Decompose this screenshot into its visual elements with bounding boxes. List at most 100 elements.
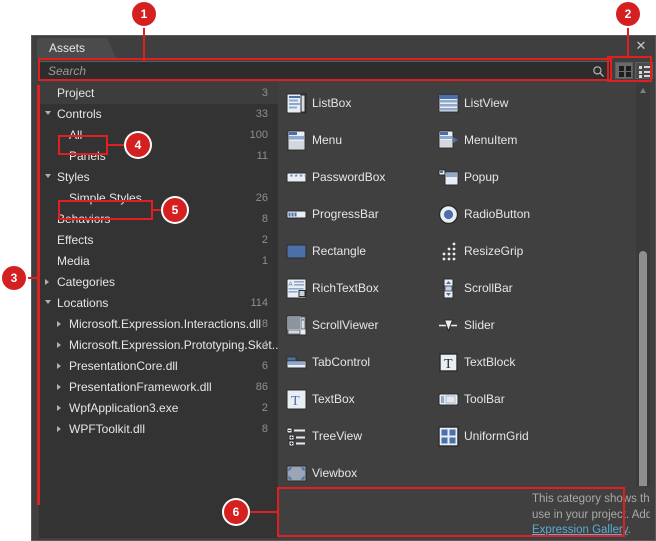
close-icon[interactable]: ✕ <box>633 38 649 54</box>
tree-item-media[interactable]: Media 1 <box>39 251 278 272</box>
svg-text:T: T <box>291 394 300 409</box>
tree-item-count: 114 <box>250 297 268 309</box>
callout-number-6: 6 <box>232 505 240 519</box>
viewbox-icon <box>286 463 307 484</box>
menu-icon <box>286 130 307 151</box>
scrollbar-thumb[interactable] <box>639 251 647 509</box>
chevron-right-icon[interactable] <box>57 405 61 411</box>
tabcontrol-icon <box>286 352 307 373</box>
tab-assets-label: Assets <box>49 41 86 55</box>
chevron-down-icon[interactable] <box>45 174 51 178</box>
tree-item-label: Microsoft.Expression.Prototyping.Sket... <box>69 338 278 352</box>
asset-item-label: Rectangle <box>312 244 367 258</box>
asset-item-label: ListView <box>464 96 509 110</box>
tree-item-styles[interactable]: Styles <box>39 167 278 188</box>
screenshot-root: Assets ✕ Search Project 3 Controls 33 Al… <box>0 0 656 541</box>
progressbar-icon <box>286 204 307 225</box>
tree-item-label: PresentationFramework.dll <box>69 380 212 394</box>
callout-marker-6: 6 <box>224 500 248 524</box>
tree-item-count: 33 <box>255 108 268 120</box>
tab-assets[interactable]: Assets <box>37 38 117 58</box>
chevron-down-icon[interactable] <box>45 300 51 304</box>
callout-box-6 <box>277 487 625 537</box>
tree-item-wpftoolkit-dll[interactable]: WPFToolkit.dll 8 <box>39 419 278 440</box>
asset-item-label: MenuItem <box>464 133 518 147</box>
chevron-right-icon[interactable] <box>57 426 61 432</box>
resizegrip-icon <box>438 241 459 262</box>
tree-item-count: 4 <box>261 339 268 351</box>
panel-content: Project 3 Controls 33 All 100 Panels 11 Styles Si… <box>32 83 655 541</box>
toolbar-icon <box>438 389 459 410</box>
chevron-right-icon[interactable] <box>57 363 61 369</box>
tree-item-locations[interactable]: Locations 114 <box>39 293 278 314</box>
radiobutton-icon <box>438 204 459 225</box>
asset-list-pane: ListBox ListView Menu MenuItem ***** Password… <box>278 83 650 538</box>
tree-item-count: 2 <box>261 234 268 246</box>
callout-box-2 <box>607 56 652 82</box>
asset-item-label: ProgressBar <box>312 207 379 221</box>
asset-item-label: ScrollViewer <box>312 318 379 332</box>
assets-panel-window: Assets ✕ Search Project 3 Controls 33 Al… <box>31 35 656 541</box>
asset-item-label: PasswordBox <box>312 170 386 184</box>
chevron-right-icon[interactable] <box>57 384 61 390</box>
scrollviewer-icon <box>286 315 307 336</box>
listview-icon <box>438 93 459 114</box>
callout-number-5: 5 <box>171 203 179 217</box>
asset-item-label: RichTextBox <box>312 281 379 295</box>
callout-number-3: 3 <box>10 271 18 285</box>
treeview-icon <box>286 426 307 447</box>
asset-item-label: ToolBar <box>464 392 505 406</box>
svg-text:*****: ***** <box>289 174 307 183</box>
tree-item-microsoft-expression-prototyping-sket[interactable]: Microsoft.Expression.Prototyping.Sket...… <box>39 335 278 356</box>
tree-item-label: Categories <box>57 275 116 289</box>
richtextbox-icon: A <box>286 278 307 299</box>
passwordbox-icon: ***** <box>286 167 313 188</box>
callout-line-6 <box>248 511 278 513</box>
asset-item-label: RadioButton <box>464 207 531 221</box>
asset-item-label: TabControl <box>312 355 371 369</box>
tree-item-label: WPFToolkit.dll <box>69 422 146 436</box>
tree-item-label: Microsoft.Expression.Interactions.dll <box>69 317 262 331</box>
callout-number-2: 2 <box>624 7 632 21</box>
chevron-right-icon[interactable] <box>45 279 49 285</box>
textblock-icon: T <box>438 352 459 373</box>
scroll-up-icon[interactable] <box>640 88 646 93</box>
chevron-right-icon[interactable] <box>57 321 61 327</box>
tree-item-wpfapplication3-exe[interactable]: WpfApplication3.exe 2 <box>39 398 278 419</box>
asset-list-scrollbar[interactable] <box>636 83 650 538</box>
slider-icon <box>438 315 459 336</box>
callout-marker-1: 1 <box>132 2 156 26</box>
chevron-right-icon[interactable] <box>57 342 61 348</box>
tree-item-label: Effects <box>57 233 94 247</box>
tree-item-label: Controls <box>57 107 102 121</box>
asset-item-label: ScrollBar <box>464 281 513 295</box>
tree-item-project[interactable]: Project 3 <box>39 83 278 104</box>
tree-item-count: 8 <box>261 423 268 435</box>
tree-item-label: Media <box>57 254 90 268</box>
svg-text:T: T <box>444 357 453 372</box>
callout-number-1: 1 <box>140 7 148 21</box>
tree-item-count: 8 <box>261 213 268 225</box>
tree-item-effects[interactable]: Effects 2 <box>39 230 278 251</box>
callout-box-1 <box>38 58 612 81</box>
asset-item-label: TreeView <box>312 429 363 443</box>
scrollbar-icon <box>438 278 459 299</box>
tree-item-count: 6 <box>261 360 268 372</box>
callout-marker-3: 3 <box>2 266 26 290</box>
asset-item-label: Viewbox <box>312 466 358 480</box>
tab-strip: Assets ✕ <box>32 36 655 58</box>
chevron-down-icon[interactable] <box>45 111 51 115</box>
tree-item-microsoft-expression-interactions-dll[interactable]: Microsoft.Expression.Interactions.dll 8 <box>39 314 278 335</box>
tree-item-controls[interactable]: Controls 33 <box>39 104 278 125</box>
asset-item-label: TextBlock <box>464 355 516 369</box>
listbox-icon <box>286 93 307 114</box>
tree-item-presentationframework-dll[interactable]: PresentationFramework.dll 86 <box>39 377 278 398</box>
callout-marker-5: 5 <box>163 198 187 222</box>
asset-item-label: TextBox <box>312 392 355 406</box>
callout-box-5 <box>58 200 153 220</box>
callout-box-4 <box>58 135 108 155</box>
tree-item-count: 100 <box>249 129 268 141</box>
asset-item-label: ListBox <box>312 96 352 110</box>
tree-item-categories[interactable]: Categories <box>39 272 278 293</box>
tree-item-presentationcore-dll[interactable]: PresentationCore.dll 6 <box>39 356 278 377</box>
